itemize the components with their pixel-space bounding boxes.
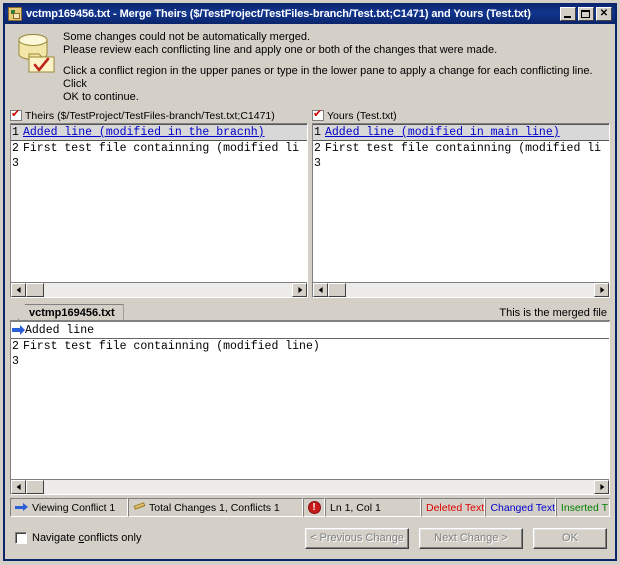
line-number: 2 <box>314 142 321 155</box>
yours-pane-body[interactable]: 1 Added line (modified in main line) 2 F… <box>312 123 610 298</box>
scroll-right-icon[interactable] <box>292 283 307 297</box>
comparison-panes: Theirs ($/TestProject/TestFiles-branch/T… <box>5 108 615 298</box>
status-viewing-conflict: Viewing Conflict 1 <box>10 498 128 517</box>
theirs-line-1[interactable]: 1 Added line (modified in the bracnh) <box>11 124 307 141</box>
minimize-button[interactable] <box>560 6 576 21</box>
theirs-pane: Theirs ($/TestProject/TestFiles-branch/T… <box>10 108 308 298</box>
merged-tab-row: vctmp169456.txt This is the merged file <box>10 303 610 321</box>
info-line-3: Click a conflict region in the upper pan… <box>63 65 593 90</box>
status-changes-label: Total Changes 1, Conflicts 1 <box>149 501 280 514</box>
status-legend-changed: Changed Text <box>485 498 556 517</box>
line-text: First test file containning (modified li <box>325 142 602 155</box>
merged-line-3[interactable]: 3 <box>11 354 609 369</box>
merged-file-note: This is the merged file <box>499 307 607 319</box>
database-folder-check-svg <box>18 34 55 73</box>
scroll-left-icon[interactable] <box>11 283 26 297</box>
pencil-icon <box>133 502 146 513</box>
next-change-button[interactable]: Next Change > <box>419 527 523 549</box>
dialog-button-bar: Navigate conflicts only < Previous Chang… <box>5 517 615 559</box>
info-banner: Some changes could not be automatically … <box>5 24 615 108</box>
merged-horizontal-scrollbar[interactable] <box>11 479 609 494</box>
info-line-2: Please review each conflicting line and … <box>63 44 498 56</box>
status-position-label: Ln 1, Col 1 <box>330 501 381 514</box>
scroll-left-icon[interactable] <box>313 283 328 297</box>
theirs-code-area[interactable]: 1 Added line (modified in the bracnh) 2 … <box>11 124 307 282</box>
yours-code-area[interactable]: 1 Added line (modified in main line) 2 F… <box>313 124 609 282</box>
merge-dialog-window: vctmp169456.txt - Merge Theirs ($/TestPr… <box>3 3 617 561</box>
checked-file-icon <box>10 108 22 121</box>
theirs-pane-body[interactable]: 1 Added line (modified in the bracnh) 2 … <box>10 123 308 298</box>
status-alert-cell <box>303 498 325 517</box>
status-legend-deleted: Deleted Text <box>421 498 486 517</box>
line-number: 1 <box>314 126 321 139</box>
theirs-horizontal-scrollbar[interactable] <box>11 282 307 297</box>
legend-inserted-label: Inserted T <box>560 501 609 514</box>
scroll-right-icon[interactable] <box>594 480 609 494</box>
yours-horizontal-scrollbar[interactable] <box>313 282 609 297</box>
line-text: Added line (modified in the bracnh) <box>23 126 265 139</box>
legend-deleted-label: Deleted Text <box>426 501 485 514</box>
theirs-pane-header: Theirs ($/TestProject/TestFiles-branch/T… <box>10 108 308 123</box>
error-icon <box>307 501 321 514</box>
line-number: 1 <box>12 126 19 139</box>
database-folder-check-icon <box>13 30 57 76</box>
window-controls: ✕ <box>560 6 613 21</box>
navigate-conflicts-only-checkbox[interactable]: Navigate conflicts only <box>15 532 295 544</box>
theirs-line-2[interactable]: 2 First test file containning (modified … <box>11 141 307 156</box>
status-total-changes: Total Changes 1, Conflicts 1 <box>128 498 303 517</box>
merged-line-1[interactable]: Added line <box>11 322 609 339</box>
merged-pane-body[interactable]: Added line 2 First test file containning… <box>10 321 610 495</box>
yours-pane-title: Yours (Test.txt) <box>327 109 397 122</box>
legend-changed-label: Changed Text <box>490 501 556 514</box>
status-legend-inserted: Inserted T <box>555 498 610 517</box>
scrollbar-thumb[interactable] <box>328 283 346 297</box>
merged-tab-label: vctmp169456.txt <box>29 307 115 319</box>
title-bar[interactable]: vctmp169456.txt - Merge Theirs ($/TestPr… <box>5 3 615 24</box>
yours-line-3[interactable]: 3 <box>313 156 609 171</box>
info-line-1: Some changes could not be automatically … <box>63 31 311 43</box>
yours-pane-header: Yours (Test.txt) <box>312 108 610 123</box>
status-bar: Viewing Conflict 1 Total Changes 1, Conf… <box>10 498 610 517</box>
scrollbar-track[interactable] <box>44 283 292 297</box>
line-text: Added line (modified in main line) <box>325 126 560 139</box>
merged-code-area[interactable]: Added line 2 First test file containning… <box>11 322 609 479</box>
scroll-right-icon[interactable] <box>594 283 609 297</box>
info-line-4: OK to continue. <box>63 91 139 103</box>
scrollbar-track[interactable] <box>346 283 594 297</box>
theirs-pane-title: Theirs ($/TestProject/TestFiles-branch/T… <box>25 109 275 122</box>
checkbox-label: Navigate conflicts only <box>32 532 141 544</box>
merge-tool-window-root: vctmp169456.txt - Merge Theirs ($/TestPr… <box>0 0 620 565</box>
scrollbar-thumb[interactable] <box>26 283 44 297</box>
yours-line-2[interactable]: 2 First test file containning (modified … <box>313 141 609 156</box>
line-number: 3 <box>12 157 19 170</box>
info-text-block: Some changes could not be automatically … <box>63 30 607 104</box>
merged-pane: vctmp169456.txt This is the merged file … <box>10 303 610 495</box>
line-number: 2 <box>12 142 19 155</box>
checked-file-icon <box>312 108 324 121</box>
blue-arrow-icon <box>15 502 28 513</box>
status-viewing-label: Viewing Conflict 1 <box>32 501 116 514</box>
previous-change-button[interactable]: < Previous Change <box>305 527 409 549</box>
line-text: Added line <box>25 323 95 337</box>
scroll-left-icon[interactable] <box>11 480 26 494</box>
scrollbar-thumb[interactable] <box>26 480 44 494</box>
checkbox-box[interactable] <box>15 532 27 544</box>
close-button[interactable]: ✕ <box>596 6 612 21</box>
maximize-button[interactable] <box>578 6 594 21</box>
theirs-line-3[interactable]: 3 <box>11 156 307 171</box>
checkbox-label-pre: Navigate <box>32 532 79 544</box>
line-text: First test file containning (modified li <box>23 142 300 155</box>
merge-document-icon <box>8 6 22 21</box>
close-icon: ✕ <box>599 7 609 19</box>
scrollbar-track[interactable] <box>44 480 594 494</box>
line-number: 3 <box>314 157 321 170</box>
status-caret-position: Ln 1, Col 1 <box>325 498 421 517</box>
window-title: vctmp169456.txt - Merge Theirs ($/TestPr… <box>26 7 531 20</box>
checkbox-label-post: onflicts only <box>83 532 142 544</box>
yours-line-1[interactable]: 1 Added line (modified in main line) <box>313 124 609 141</box>
ok-button[interactable]: OK <box>533 527 607 549</box>
tab-merged-file[interactable]: vctmp169456.txt <box>18 304 124 320</box>
yours-pane: Yours (Test.txt) 1 Added line (modified … <box>312 108 610 298</box>
conflict-arrow-icon <box>11 324 25 336</box>
